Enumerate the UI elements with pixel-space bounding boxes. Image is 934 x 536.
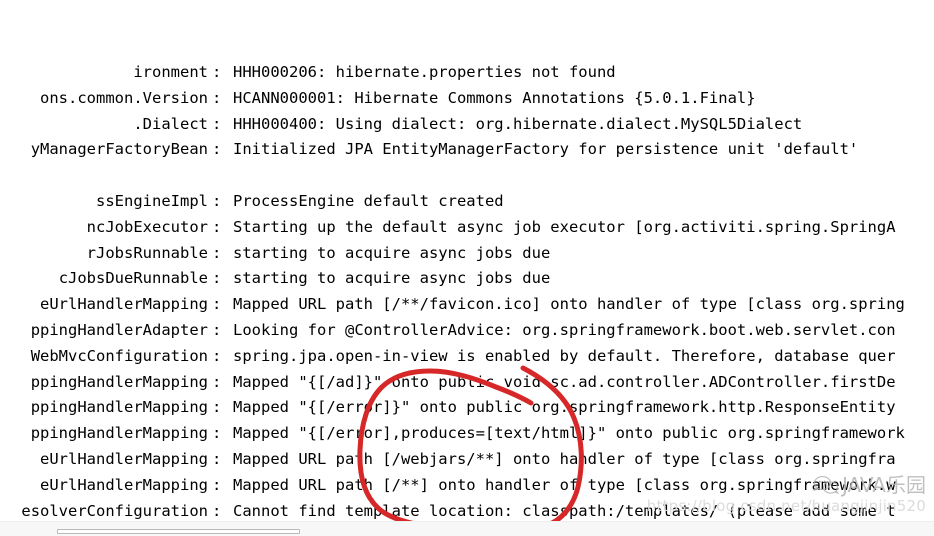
log-viewport[interactable]: ironment: HHH000206: hibernate.properties…	[0, 0, 934, 522]
log-logger-name: yManagerFactoryBean	[30, 140, 208, 159]
log-line: eUrlHandlerMapping: Mapped URL path [/**/…	[0, 292, 905, 318]
horizontal-scrollbar[interactable]	[0, 521, 934, 536]
log-message: HCANN000001: Hibernate Commons Annotatio…	[233, 88, 756, 107]
log-line: ppingHandlerMapping: Mapped "{[/error],pr…	[0, 421, 905, 447]
log-message: HHH000400: Using dialect: org.hibernate.…	[233, 114, 803, 133]
log-separator: :	[212, 475, 222, 494]
log-message: Mapped URL path [/**] onto handler of ty…	[233, 475, 896, 494]
log-separator: :	[212, 449, 222, 468]
log-separator: :	[212, 114, 222, 133]
log-logger-name: ppingHandlerAdapter	[30, 320, 208, 339]
log-logger-name: eUrlHandlerMapping	[40, 295, 208, 314]
log-message: Mapped "{[/error]}" onto public org.spri…	[233, 398, 896, 417]
log-separator: :	[212, 398, 222, 417]
log-message: Mapped "{[/ad]}" onto public void sc.ad.…	[233, 372, 896, 391]
log-message: starting to acquire async jobs due	[233, 269, 551, 288]
log-line: esolverConfiguration: Cannot find templat…	[0, 499, 905, 522]
log-line: eUrlHandlerMapping: Mapped URL path [/**]…	[0, 473, 905, 499]
log-message: Cannot find template location: classpath…	[233, 501, 896, 520]
log-logger-name: ssEngineImpl	[96, 191, 208, 210]
log-logger-name: ppingHandlerMapping	[30, 398, 208, 417]
log-separator: :	[212, 217, 222, 236]
log-line: WebMvcConfiguration: spring.jpa.open-in-v…	[0, 344, 905, 370]
log-message: HHH000206: hibernate.properties not foun…	[233, 63, 616, 81]
scrollbar-thumb[interactable]	[57, 529, 300, 534]
log-separator: :	[212, 269, 222, 288]
log-line: .Dialect: HHH000400: Using dialect: org.h…	[0, 112, 905, 138]
log-message: Mapped URL path [/webjars/**] onto handl…	[233, 449, 896, 468]
console-log-panel: ironment: HHH000206: hibernate.properties…	[0, 0, 934, 536]
log-line: ppingHandlerAdapter: Looking for @Control…	[0, 318, 905, 344]
log-line: ironment: HHH000206: hibernate.properties…	[0, 60, 905, 86]
log-separator: :	[212, 191, 222, 210]
log-logger-name: .Dialect	[133, 114, 208, 133]
log-line: ppingHandlerMapping: Mapped "{[/ad]}" ont…	[0, 370, 905, 396]
log-logger-name: ncJobExecutor	[86, 217, 208, 236]
log-separator: :	[212, 372, 222, 391]
log-logger-name: esolverConfiguration	[21, 501, 208, 520]
log-separator: :	[212, 88, 222, 107]
scrollbar-track[interactable]	[0, 525, 934, 535]
log-logger-name: cJobsDueRunnable	[58, 269, 208, 288]
log-separator: :	[212, 243, 222, 262]
log-message: Mapped URL path [/**/favicon.ico] onto h…	[233, 295, 905, 314]
log-line: cJobsDueRunnable: starting to acquire asy…	[0, 266, 905, 292]
log-separator: :	[212, 140, 222, 159]
log-separator: :	[212, 424, 222, 443]
log-line: ppingHandlerMapping: Mapped "{[/error]}" …	[0, 395, 905, 421]
log-logger-name: WebMvcConfiguration	[30, 346, 208, 365]
log-scroller: ironment: HHH000206: hibernate.properties…	[0, 3, 905, 522]
log-logger-name: eUrlHandlerMapping	[40, 449, 208, 468]
log-separator: :	[212, 320, 222, 339]
log-separator: :	[212, 295, 222, 314]
log-logger-name: ppingHandlerMapping	[30, 372, 208, 391]
log-message: Looking for @ControllerAdvice: org.sprin…	[233, 320, 896, 339]
log-line: ons.common.Version: HCANN000001: Hibernat…	[0, 86, 905, 112]
log-separator: :	[212, 346, 222, 365]
log-message: Mapped "{[/error],produces=[text/html]}"…	[233, 424, 905, 443]
log-message: Initialized JPA EntityManagerFactory for…	[233, 140, 859, 159]
log-message: Starting up the default async job execut…	[233, 217, 896, 236]
log-line: ncJobExecutor: Starting up the default as…	[0, 215, 905, 241]
log-message: ProcessEngine default created	[233, 191, 504, 210]
log-logger-name: ppingHandlerMapping	[30, 424, 208, 443]
log-separator: :	[212, 501, 222, 520]
log-logger-name: ons.common.Version	[40, 88, 208, 107]
log-logger-name: ironment	[133, 63, 208, 81]
log-separator: :	[212, 63, 222, 81]
log-logger-name: eUrlHandlerMapping	[40, 475, 208, 494]
log-line: ssEngineImpl: ProcessEngine default creat…	[0, 189, 905, 215]
log-message: spring.jpa.open-in-view is enabled by de…	[233, 346, 896, 365]
log-logger-name: rJobsRunnable	[86, 243, 208, 262]
log-line: yManagerFactoryBean: Initialized JPA Enti…	[0, 137, 905, 163]
log-message: starting to acquire async jobs due	[233, 243, 551, 262]
log-line: rJobsRunnable: starting to acquire async …	[0, 241, 905, 267]
log-line: eUrlHandlerMapping: Mapped URL path [/web…	[0, 447, 905, 473]
